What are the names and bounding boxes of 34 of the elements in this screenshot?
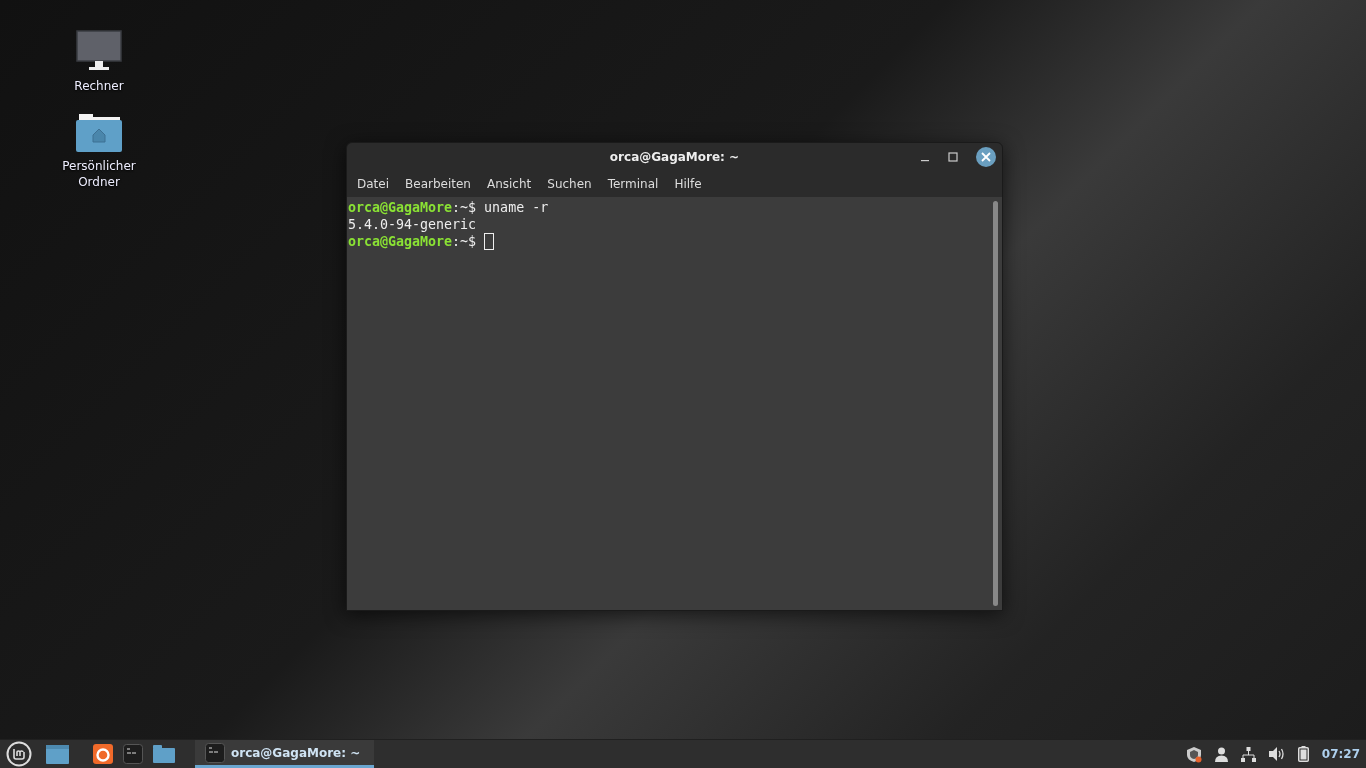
prompt-path: :~$ bbox=[452, 233, 477, 250]
volume-icon[interactable] bbox=[1268, 747, 1285, 761]
menu-item[interactable]: Bearbeiten bbox=[397, 175, 479, 193]
output-text: 5.4.0-94-generic bbox=[348, 216, 477, 233]
shield-icon[interactable] bbox=[1185, 745, 1202, 763]
menu-item[interactable]: Terminal bbox=[599, 175, 667, 193]
home-folder-icon[interactable] bbox=[76, 114, 122, 152]
prompt-user-host: orca@GagaMore bbox=[348, 199, 453, 216]
taskbar-window-button[interactable]: orca@GagaMore: ~ bbox=[195, 740, 375, 768]
prompt-user-host: orca@GagaMore bbox=[348, 233, 453, 250]
terminal-icon[interactable] bbox=[123, 744, 143, 764]
network-icon[interactable] bbox=[1240, 746, 1256, 762]
menu-item[interactable]: Ansicht bbox=[478, 175, 540, 193]
scrollbar[interactable] bbox=[993, 201, 998, 606]
menu-item[interactable]: Suchen bbox=[539, 175, 600, 193]
menu-item[interactable]: Hilfe bbox=[666, 175, 710, 193]
terminal-icon bbox=[205, 742, 225, 763]
monitor-icon[interactable] bbox=[76, 30, 122, 72]
clock[interactable]: 07:27 bbox=[1321, 747, 1360, 761]
folder-icon[interactable] bbox=[153, 745, 175, 763]
show-desktop-icon[interactable] bbox=[46, 744, 69, 764]
user-icon[interactable] bbox=[1214, 746, 1228, 762]
prompt-path: :~$ bbox=[452, 199, 477, 216]
mint-menu-icon[interactable] bbox=[6, 741, 32, 767]
close-icon[interactable] bbox=[976, 147, 996, 167]
desktop-icon-label[interactable]: Persönlicher Ordner bbox=[49, 158, 149, 190]
browser-icon[interactable] bbox=[93, 744, 113, 764]
terminal-area[interactable]: orca@GagaMore:~$ uname -r 5.4.0-94-generic orca@GagaMore:~$ bbox=[347, 197, 1002, 610]
command-text: uname -r bbox=[484, 199, 549, 216]
menu-item[interactable]: Datei bbox=[349, 175, 397, 193]
window-title: orca@GagaMore: ~ bbox=[609, 150, 740, 164]
maximize-icon[interactable] bbox=[948, 152, 958, 162]
battery-icon[interactable] bbox=[1297, 746, 1309, 762]
desktop-icon-label[interactable]: Rechner bbox=[74, 78, 124, 94]
